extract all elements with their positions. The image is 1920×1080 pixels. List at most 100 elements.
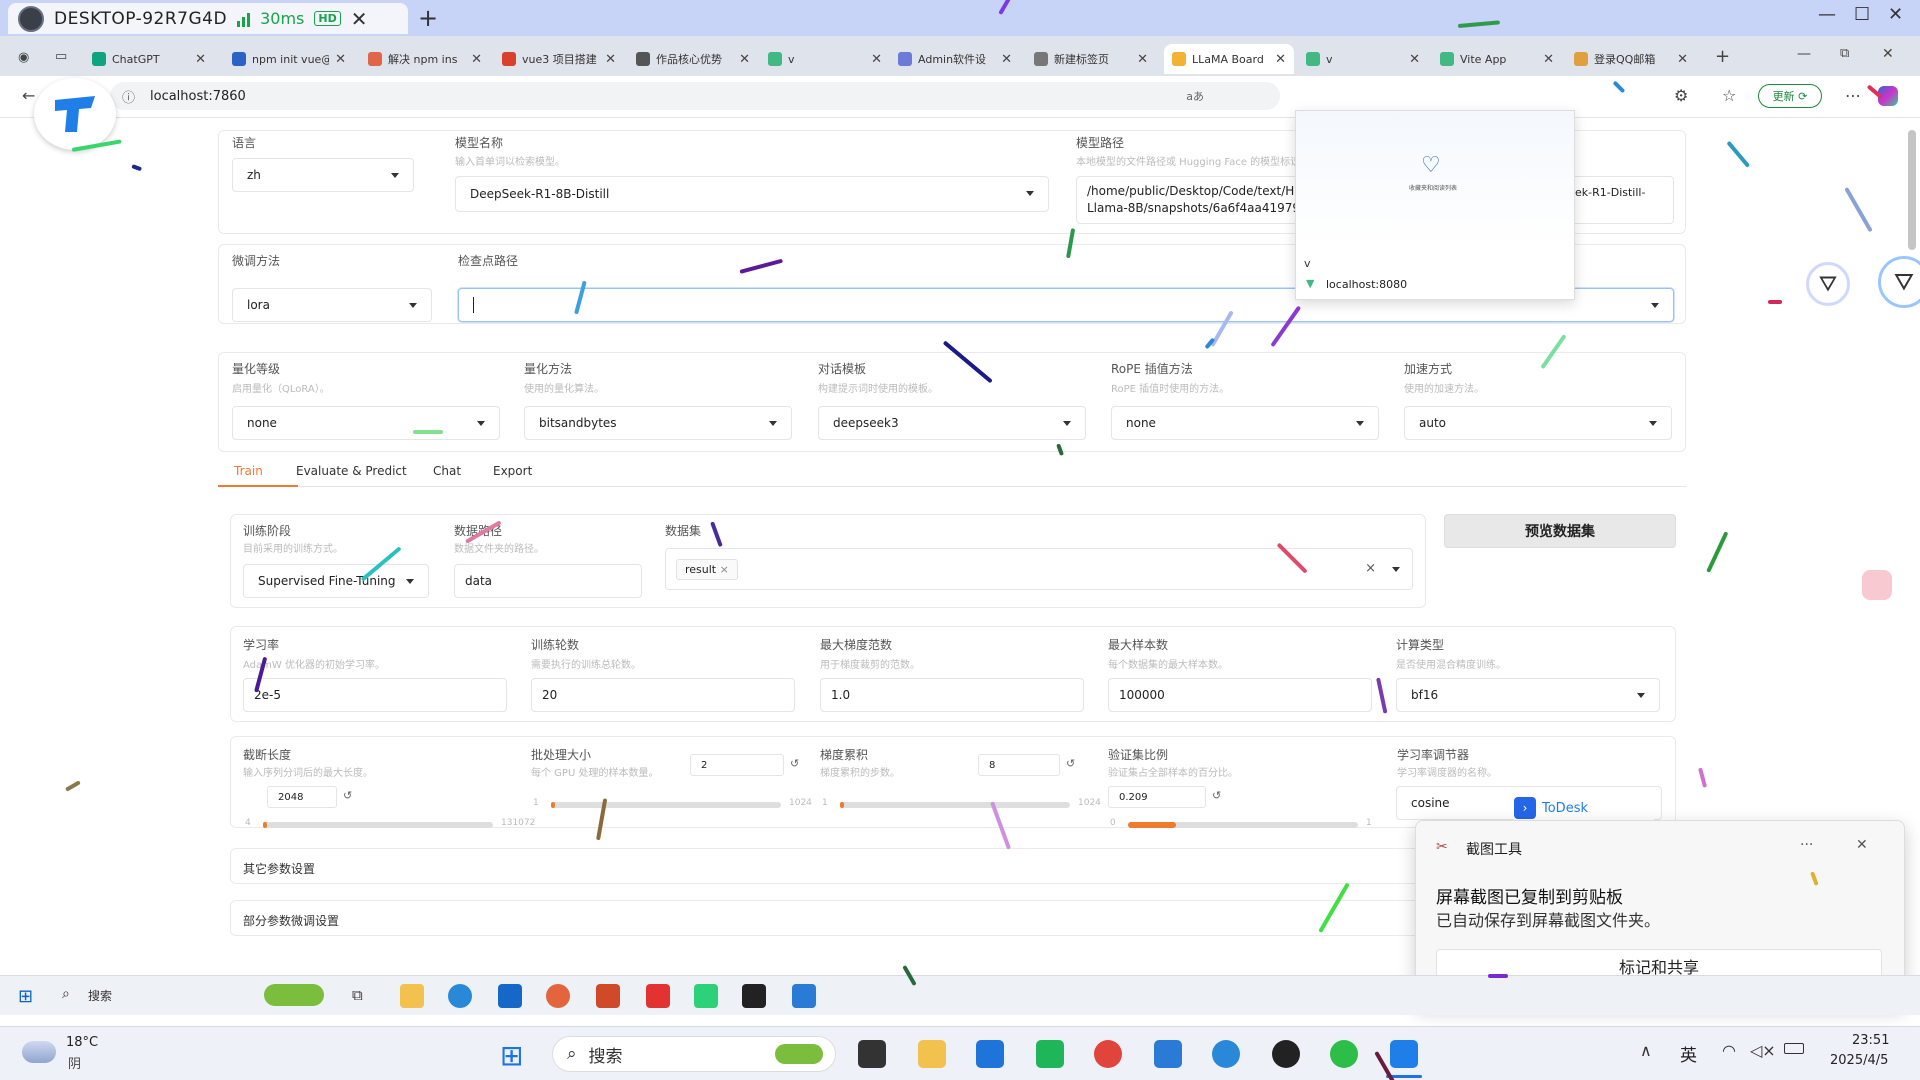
vscode-icon[interactable] [792, 984, 816, 1008]
file-explorer-icon[interactable] [400, 984, 424, 1008]
back-icon[interactable]: ← [22, 86, 35, 105]
terminal-icon[interactable] [742, 984, 766, 1008]
site-info-icon[interactable]: ⓘ [122, 87, 135, 106]
minimize-icon[interactable]: — [1818, 4, 1836, 25]
page-scrollbar[interactable] [1908, 130, 1916, 250]
new-session-button[interactable]: + [418, 4, 438, 32]
chip-remove-icon[interactable]: × [720, 563, 729, 576]
val-size-number-input[interactable]: 0.209 [1108, 786, 1206, 808]
outlook-icon[interactable] [498, 984, 522, 1008]
clock-time[interactable]: 23:51 [1852, 1033, 1889, 1048]
browser-tab[interactable]: vue3 项目搭建 ✕ [494, 44, 624, 74]
todesk-float-logo[interactable] [34, 78, 116, 150]
tab-close-icon[interactable]: ✕ [1137, 52, 1148, 67]
cutoff-number-input[interactable]: 2048 [267, 786, 337, 808]
weather-temp[interactable]: 18°C [66, 1035, 98, 1050]
profile-icon[interactable]: ◉ [18, 50, 29, 65]
quant-bit-select[interactable]: none [232, 406, 500, 440]
browser-tab[interactable]: ChatGPT ✕ [84, 44, 214, 74]
desktop-app-icon[interactable] [858, 1040, 886, 1068]
firefox-icon[interactable] [546, 984, 570, 1008]
extensions-icon[interactable]: ⚙ [1674, 86, 1688, 105]
side-app-icon[interactable]: ⛛ [1806, 262, 1850, 306]
browser-close-icon[interactable]: ✕ [1882, 46, 1894, 62]
battery-icon[interactable] [1784, 1043, 1804, 1054]
tab-train[interactable]: Train [234, 464, 263, 478]
tab-close-icon[interactable]: ✕ [1409, 52, 1420, 67]
maximize-icon[interactable]: ☐ [1854, 4, 1870, 25]
app-icon[interactable] [596, 984, 620, 1008]
windows-start-icon[interactable]: ⊞ [500, 1039, 523, 1072]
tab-actions-icon[interactable]: ▭ [55, 49, 67, 64]
browser-tab[interactable]: 作品核心优势 ✕ [628, 44, 758, 74]
compute-type-select[interactable]: bf16 [1396, 678, 1660, 712]
close-window-icon[interactable]: ✕ [1888, 4, 1903, 25]
chevron-right-icon[interactable]: › [1514, 797, 1536, 819]
tab-export[interactable]: Export [493, 464, 532, 478]
windows-icon[interactable]: ⊞ [18, 986, 33, 1007]
clear-icon[interactable]: × [1365, 561, 1376, 576]
todesk-icon[interactable] [1390, 1040, 1418, 1068]
ime-indicator[interactable]: 英 [1680, 1041, 1697, 1066]
finetune-select[interactable]: lora [232, 288, 432, 322]
file-explorer-icon[interactable] [918, 1040, 946, 1068]
chat-bubble-icon[interactable] [1862, 570, 1892, 600]
rope-select[interactable]: none [1111, 406, 1379, 440]
tab-chat[interactable]: Chat [433, 464, 461, 478]
tab-close-icon[interactable]: ✕ [195, 52, 206, 67]
reset-icon[interactable]: ↺ [1212, 789, 1221, 802]
tab-close-icon[interactable]: ✕ [739, 52, 750, 67]
browser-tab[interactable]: v ✕ [760, 44, 890, 74]
read-aloud-icon[interactable]: aあ [1186, 88, 1204, 104]
taskbar-search[interactable]: ⌕ 搜索 [552, 1036, 836, 1072]
tab-close-icon[interactable]: ✕ [1001, 52, 1012, 67]
search-icon[interactable]: ⌕ [62, 986, 70, 1002]
grad-acc-slider[interactable] [840, 802, 1070, 808]
dataset-chip[interactable]: result × [676, 558, 738, 580]
address-bar[interactable]: ⓘ localhost:7860 aあ [110, 82, 1280, 110]
tab-close-icon[interactable]: ✕ [471, 52, 482, 67]
weather-desc[interactable]: 阴 [68, 1053, 81, 1072]
max-grad-input[interactable]: 1.0 [820, 678, 1084, 712]
batch-slider[interactable] [551, 802, 781, 808]
booster-select[interactable]: auto [1404, 406, 1672, 440]
update-button[interactable]: 更新 ⟳ [1758, 84, 1822, 108]
tab-close-icon[interactable]: ✕ [871, 52, 882, 67]
new-tab-button[interactable]: + [1715, 46, 1730, 67]
remote-search-label[interactable]: 搜索 [88, 987, 112, 1004]
tab-evaluate[interactable]: Evaluate & Predict [296, 464, 407, 478]
browser-tab[interactable]: Admin软件设 ✕ [890, 44, 1020, 74]
store-icon[interactable] [976, 1040, 1004, 1068]
volume-mute-icon[interactable]: ◁× [1750, 1041, 1776, 1060]
edge-icon[interactable] [448, 984, 472, 1008]
todesk-hint[interactable]: › ToDesk [1514, 796, 1654, 820]
browser-tab[interactable]: v ✕ [1298, 44, 1428, 74]
wps-icon[interactable] [646, 984, 670, 1008]
task-view-icon[interactable]: ⧉ [352, 986, 363, 1004]
reset-icon[interactable]: ↺ [1066, 757, 1075, 770]
stage-select[interactable]: Supervised Fine-Tuning [243, 564, 429, 598]
shopping-icon[interactable] [1036, 1040, 1064, 1068]
qq-icon[interactable] [1272, 1040, 1300, 1068]
vscode-icon[interactable] [1154, 1040, 1182, 1068]
epochs-input[interactable]: 20 [531, 678, 795, 712]
edge-icon[interactable] [1212, 1040, 1240, 1068]
preview-dataset-button[interactable]: 预览数据集 [1444, 514, 1676, 548]
clock-date[interactable]: 2025/4/5 [1830, 1053, 1888, 1068]
more-icon[interactable]: ⋯ [1845, 86, 1861, 105]
browser-tab[interactable]: 解决 npm ins ✕ [360, 44, 490, 74]
browser-tab[interactable]: 登录QQ邮箱 ✕ [1566, 44, 1696, 74]
tray-chevron-up-icon[interactable]: ∧ [1640, 1041, 1652, 1060]
browser-minimize-icon[interactable]: — [1797, 46, 1811, 62]
tab-close-icon[interactable]: ✕ [1275, 52, 1286, 67]
quality-badge[interactable]: HD [314, 11, 341, 26]
pycharm-icon[interactable] [694, 984, 718, 1008]
lang-select[interactable]: zh [232, 158, 414, 192]
tab-close-icon[interactable]: ✕ [1543, 52, 1554, 67]
dataset-dir-input[interactable]: data [454, 564, 642, 598]
url-text[interactable]: localhost:7860 [150, 89, 246, 104]
browser-tab[interactable]: npm init vue@ ✕ [224, 44, 354, 74]
tab-close-icon[interactable]: ✕ [335, 52, 346, 67]
popup-item-localhost[interactable]: localhost:8080 [1326, 278, 1407, 291]
chrome-icon[interactable] [1094, 1040, 1122, 1068]
